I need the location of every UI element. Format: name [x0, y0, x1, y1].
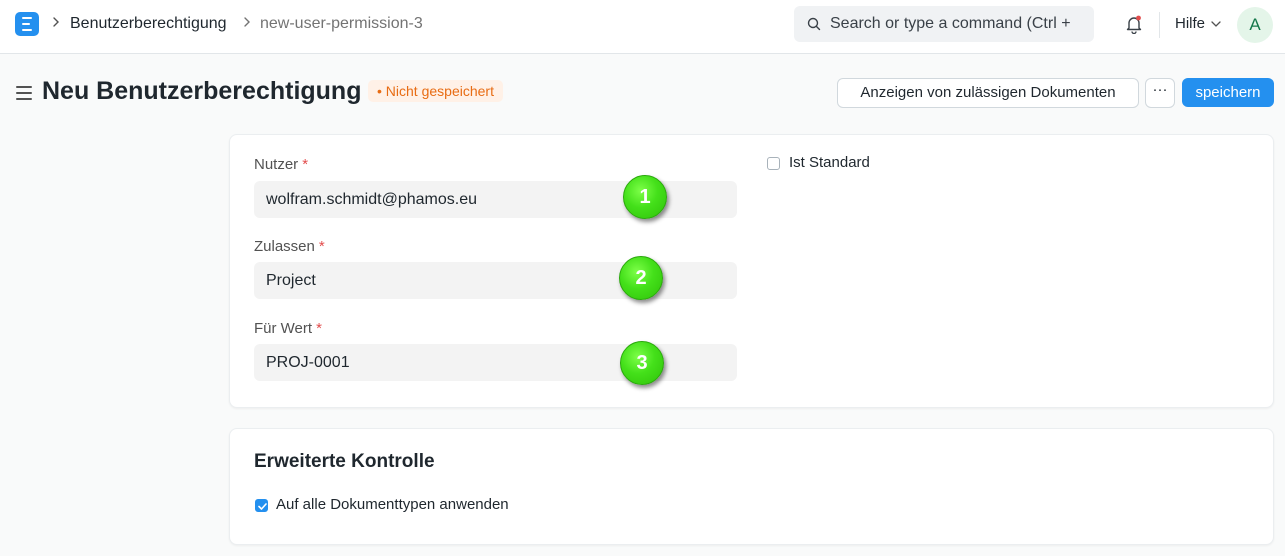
avatar[interactable]: A	[1237, 7, 1273, 43]
apply-all-label: Auf alle Dokumenttypen anwenden	[276, 496, 509, 513]
for-value-field[interactable]: PROJ-0001	[254, 344, 737, 381]
menu-icon[interactable]	[16, 86, 32, 100]
navbar-divider	[1159, 12, 1160, 38]
allow-field-label: Zulassen *	[254, 238, 325, 255]
search-icon	[807, 17, 821, 31]
search-input[interactable]: Search or type a command (Ctrl +	[830, 15, 1071, 33]
page-title: Neu Benutzerberechtigung	[42, 77, 362, 105]
allow-field[interactable]: Project	[254, 262, 737, 299]
annotation-marker-2: 2	[619, 256, 663, 300]
chevron-right-icon	[243, 15, 251, 31]
save-button[interactable]: speichern	[1182, 78, 1274, 107]
more-actions-button[interactable]: ···	[1145, 78, 1175, 108]
status-badge: • Nicht gespeichert	[368, 80, 503, 102]
chevron-right-icon	[52, 15, 60, 31]
for-value-field-label: Für Wert *	[254, 320, 322, 337]
is-default-label: Ist Standard	[789, 154, 870, 171]
annotation-marker-3: 3	[620, 341, 664, 385]
apply-all-checkbox[interactable]	[255, 499, 268, 512]
user-field-label: Nutzer *	[254, 156, 309, 173]
logo-icon[interactable]	[15, 12, 39, 36]
is-default-checkbox[interactable]	[767, 157, 780, 170]
advanced-control-card	[229, 428, 1274, 545]
show-permitted-documents-button[interactable]: Anzeigen von zulässigen Dokumenten	[837, 78, 1139, 108]
chevron-down-icon[interactable]	[1211, 20, 1221, 28]
breadcrumb-doctype[interactable]: Benutzerberechtigung	[70, 15, 227, 33]
breadcrumb-current[interactable]: new-user-permission-3	[260, 15, 423, 33]
check-icon	[258, 503, 267, 510]
annotation-marker-1: 1	[623, 175, 667, 219]
bell-icon[interactable]	[1125, 14, 1143, 34]
navbar: Benutzerberechtigung new-user-permission…	[0, 0, 1285, 54]
advanced-section-title: Erweiterte Kontrolle	[254, 451, 435, 472]
help-menu[interactable]: Hilfe	[1175, 15, 1205, 32]
search-bar[interactable]: Search or type a command (Ctrl +	[794, 6, 1094, 42]
